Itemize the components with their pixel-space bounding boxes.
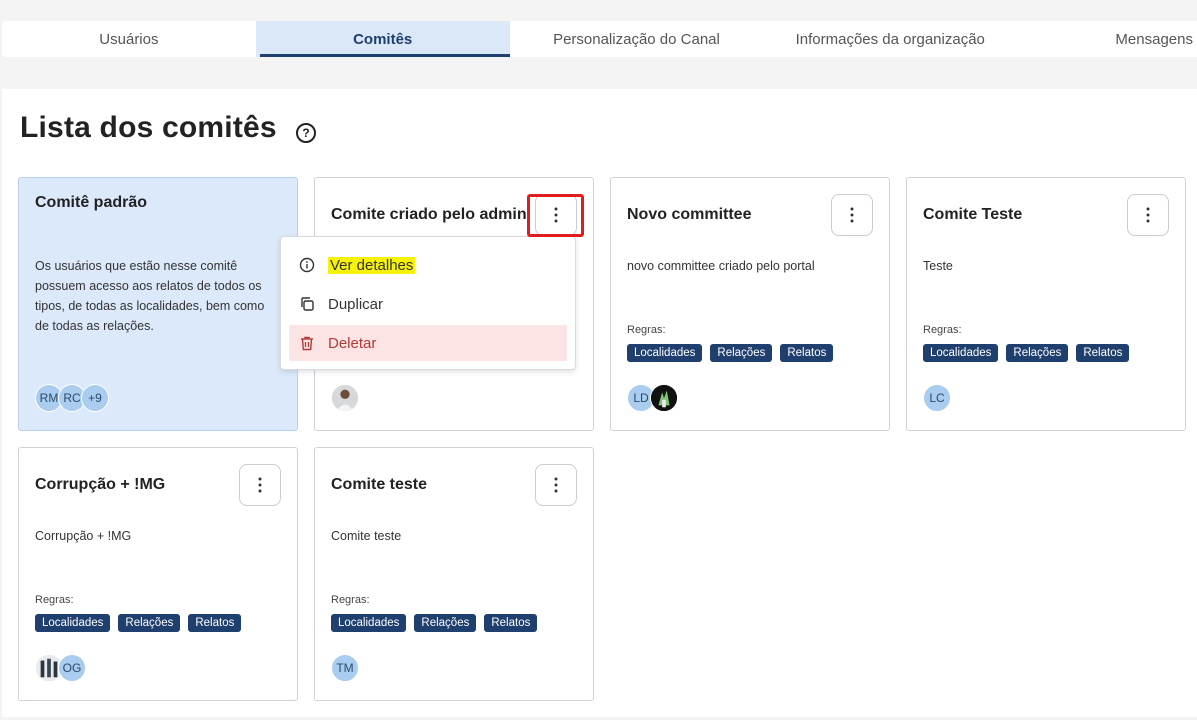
menu-item-label: Deletar <box>328 334 377 352</box>
menu-item-label: Ver detalhes <box>328 256 416 274</box>
rules-label: Regras: <box>331 594 370 606</box>
rule-tag: Relações <box>414 614 477 632</box>
tab-usuarios[interactable]: Usuários <box>2 21 256 57</box>
rules-label: Regras: <box>627 324 666 336</box>
info-icon <box>299 257 315 273</box>
card-title: Comite Teste <box>923 206 1023 223</box>
rule-tags: Localidades Relações Relatos <box>35 614 242 632</box>
card-description: Comite teste <box>331 529 402 543</box>
tab-personalizacao[interactable]: Personalização do Canal <box>510 21 764 57</box>
rule-tags: Localidades Relações Relatos <box>331 614 538 632</box>
avatar[interactable]: TM <box>331 654 359 682</box>
card-title: Novo committee <box>627 206 752 223</box>
card-description: Teste <box>923 259 953 273</box>
rule-tag: Localidades <box>923 344 999 362</box>
tab-mensagens[interactable]: Mensagens <box>1017 21 1197 57</box>
tab-comites[interactable]: Comitês <box>255 21 510 57</box>
avatar[interactable]: OG <box>58 654 86 682</box>
card-description: Corrupção + !MG <box>35 529 132 543</box>
committee-card[interactable]: Novo committee novo committee criado pel… <box>610 177 890 431</box>
tab-informacoes[interactable]: Informações da organização <box>763 21 1017 57</box>
committee-card[interactable]: Corrupção + !MG Corrupção + !MG Regras: … <box>18 447 298 701</box>
more-options-button[interactable] <box>1127 194 1169 236</box>
more-options-button[interactable] <box>239 464 281 506</box>
kebab-menu-icon <box>850 207 854 223</box>
menu-item-label: Duplicar <box>328 295 384 313</box>
member-avatars: OG <box>35 654 86 682</box>
help-circle-icon[interactable]: ? <box>296 123 316 143</box>
rule-tag: Relações <box>1006 344 1069 362</box>
member-avatars: TM <box>331 654 359 682</box>
rule-tag: Relatos <box>780 344 834 362</box>
card-title: Comite criado pelo admin <box>331 206 527 223</box>
rule-tag: Localidades <box>35 614 111 632</box>
more-options-button[interactable] <box>535 194 577 236</box>
committee-card[interactable]: Comite teste Comite teste Regras: Locali… <box>314 447 594 701</box>
menu-item-ver-detalhes[interactable]: Ver detalhes <box>289 247 567 283</box>
user-photo-avatar[interactable] <box>331 384 359 412</box>
member-avatars <box>331 384 359 412</box>
committee-card[interactable]: Comite Teste Teste Regras: Localidades R… <box>906 177 1186 431</box>
card-title: Corrupção + !MG <box>35 476 166 493</box>
kebab-menu-icon <box>258 477 262 493</box>
kebab-menu-icon <box>554 207 558 223</box>
member-avatars: LD <box>627 384 678 412</box>
committee-card-default[interactable]: Comitê padrão Os usuários que estão ness… <box>18 177 298 431</box>
rule-tag: Localidades <box>627 344 703 362</box>
rule-tags: Localidades Relações Relatos <box>923 344 1130 362</box>
card-description: novo committee criado pelo portal <box>627 259 815 273</box>
avatar[interactable]: LC <box>923 384 951 412</box>
kebab-menu-icon <box>1146 207 1150 223</box>
card-title: Comitê padrão <box>35 194 148 211</box>
copy-icon <box>299 296 315 312</box>
rule-tag: Relações <box>118 614 181 632</box>
trash-icon <box>299 335 315 351</box>
menu-item-deletar[interactable]: Deletar <box>289 325 567 361</box>
more-options-button[interactable] <box>831 194 873 236</box>
card-title: Comite teste <box>331 476 428 493</box>
menu-item-duplicar[interactable]: Duplicar <box>289 286 567 322</box>
page-title: Lista dos comitês <box>20 111 277 144</box>
user-photo-avatar[interactable] <box>650 384 678 412</box>
member-avatars: LC <box>923 384 951 412</box>
card-description: Os usuários que estão nesse comitê possu… <box>35 259 265 333</box>
rule-tag: Relatos <box>484 614 538 632</box>
rules-label: Regras: <box>923 324 962 336</box>
kebab-menu-icon <box>554 477 558 493</box>
member-avatars: RM RC +9 <box>35 384 109 412</box>
rule-tag: Relações <box>710 344 773 362</box>
tab-bar: Usuários Comitês Personalização do Canal… <box>2 21 1197 57</box>
rule-tag: Relatos <box>1076 344 1130 362</box>
more-options-button[interactable] <box>535 464 577 506</box>
avatar-more-count[interactable]: +9 <box>81 384 109 412</box>
rule-tag: Localidades <box>331 614 407 632</box>
rules-label: Regras: <box>35 594 74 606</box>
rule-tags: Localidades Relações Relatos <box>627 344 834 362</box>
rule-tag: Relatos <box>188 614 242 632</box>
card-options-menu: Ver detalhes Duplicar Deletar <box>280 236 576 370</box>
